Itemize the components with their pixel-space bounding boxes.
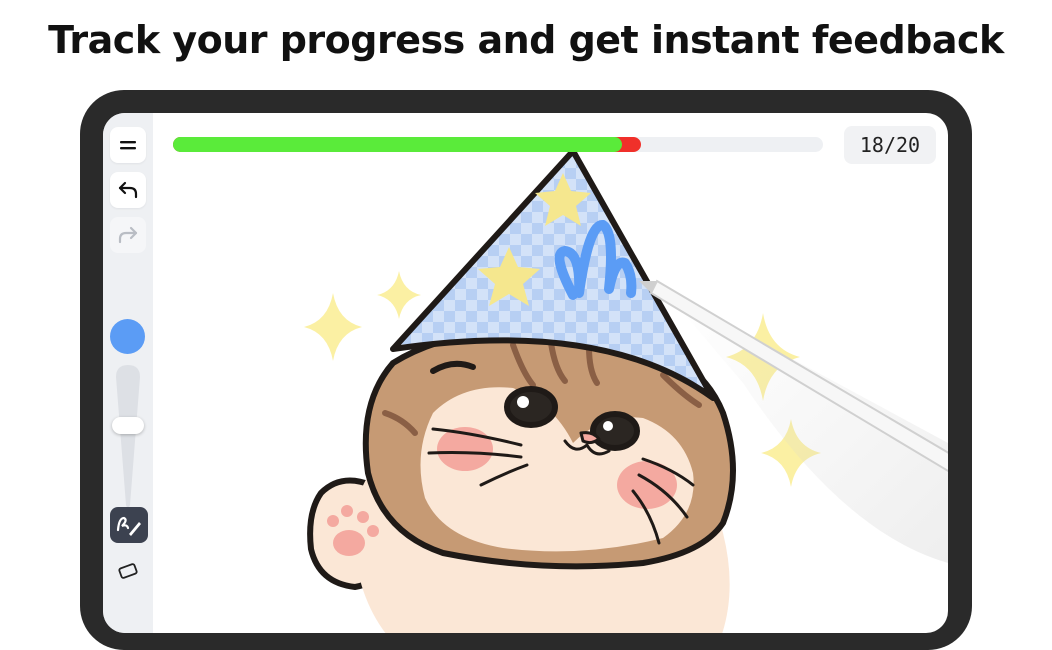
progress-correct-segment	[173, 137, 622, 152]
pen-tool-button[interactable]	[110, 507, 148, 543]
drawing-screen: 18/20	[103, 113, 948, 633]
undo-icon	[118, 181, 138, 199]
brush-size-thumb[interactable]	[112, 416, 144, 434]
redo-icon	[118, 226, 138, 244]
eraser-tool-button[interactable]	[110, 556, 146, 586]
undo-button[interactable]	[110, 172, 146, 208]
menu-button[interactable]	[110, 127, 146, 163]
menu-icon	[120, 141, 136, 150]
color-picker-swatch[interactable]	[110, 319, 145, 354]
redo-button[interactable]	[110, 217, 146, 253]
brush-size-slider[interactable]	[112, 365, 144, 511]
tool-sidebar	[103, 113, 153, 633]
progress-bar	[173, 137, 823, 152]
headline: Track your progress and get instant feed…	[48, 18, 1004, 62]
eraser-icon	[118, 563, 138, 579]
progress-counter: 18/20	[844, 126, 936, 164]
pen-icon	[116, 516, 141, 536]
drawing-canvas[interactable]	[103, 113, 948, 633]
